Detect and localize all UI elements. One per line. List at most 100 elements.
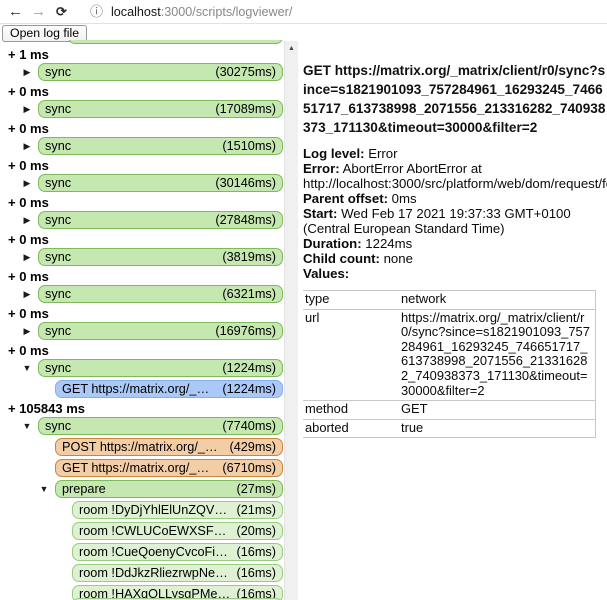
gap-label: + 0 ms [0,195,284,211]
log-item-selected[interactable]: GET https://matrix.org/_matri…(1224ms) [55,380,283,398]
value-key: url [303,309,397,401]
log-item-label: prepare [62,482,233,496]
log-item[interactable]: POST https://matrix.org/_matri…(429ms) [55,438,283,456]
log-item[interactable]: room !DyDjYhlElUnZQVzhD…(21ms) [72,501,283,519]
reload-icon[interactable]: ⟳ [54,4,69,19]
log-item-duration: (16976ms) [211,324,276,338]
expand-arrow-icon[interactable]: ▶ [20,288,34,300]
log-item[interactable]: room !DdJkzRliezrwpNebLk:…(16ms) [72,564,283,582]
log-item-duration: (27848ms) [211,213,276,227]
collapse-arrow-icon[interactable]: ▼ [20,362,34,374]
gap-label: + 0 ms [0,306,284,322]
log-item-duration: (21ms) [233,503,276,517]
log-item[interactable]: room !CueQoenyCvcoFimnsf…(16ms) [72,543,283,561]
field-label: Parent offset: [303,191,388,206]
detail-fields: Log level: ErrorError: AbortError AbortE… [303,146,607,281]
log-item[interactable]: sync(16976ms) [38,322,283,340]
log-item-label: room !CWLUCoEWXSFyTC… [79,524,233,538]
field-value: Error [365,146,398,161]
log-item[interactable]: sync(17089ms) [38,100,283,118]
detail-field: Child count: none [303,251,607,266]
log-item-duration: (20ms) [233,524,276,538]
collapse-arrow-icon[interactable]: ▼ [37,483,51,495]
expand-arrow-icon[interactable]: ▶ [20,325,34,337]
value-content: GET [397,401,596,420]
log-item-label: GET https://matrix.org/_matri… [62,461,218,475]
log-item-duration: (16ms) [233,566,276,580]
collapse-arrow-icon[interactable]: ▼ [20,420,34,432]
detail-field: Parent offset: 0ms [303,191,607,206]
log-item-label: sync [45,419,218,433]
forward-icon[interactable]: → [31,4,46,19]
info-icon: ⓘ [89,4,104,19]
value-key: type [303,291,397,310]
gap-label: + 0 ms [0,232,284,248]
address-bar[interactable]: localhost:3000/scripts/logviewer/ [111,5,292,19]
vertical-scrollbar[interactable]: ▲ [284,41,298,600]
log-item[interactable]: sync(7740ms) [38,417,283,435]
log-item-label: POST https://matrix.org/_matri… [62,440,225,454]
log-item[interactable]: sync(1224ms) [38,359,283,377]
log-item-duration: (17089ms) [211,102,276,116]
expand-arrow-icon[interactable]: ▶ [20,251,34,263]
field-value: none [380,251,413,266]
details-panel: GET https://matrix.org/_matrix/client/r0… [303,40,607,600]
gap-label: + 1 ms [0,47,284,63]
log-item-label: sync [45,102,211,116]
log-item[interactable]: room !CWLUCoEWXSFyTC…(20ms) [72,522,283,540]
value-key: aborted [303,419,397,438]
log-item-duration: (30146ms) [211,176,276,190]
gap-label: + 0 ms [0,343,284,359]
log-item-duration: (429ms) [225,440,276,454]
log-item[interactable]: sync(6321ms) [38,285,283,303]
field-value: AbortError AbortError at http://localhos… [303,161,607,191]
log-item[interactable]: prepare(27ms) [55,480,283,498]
log-item-label: GET https://matrix.org/_matri… [62,382,218,396]
expand-arrow-icon[interactable]: ▶ [20,177,34,189]
log-item-label: sync [45,287,218,301]
log-item-duration: (1510ms) [218,139,276,153]
log-item-label: sync [45,176,211,190]
log-item[interactable]: sync(30275ms) [38,63,283,81]
log-item-clipped[interactable] [68,40,283,44]
detail-field: Duration: 1224ms [303,236,607,251]
log-item-label: room !DyDjYhlElUnZQVzhD… [79,503,233,517]
expand-arrow-icon[interactable]: ▶ [20,103,34,115]
expand-arrow-icon[interactable]: ▶ [20,140,34,152]
log-item[interactable]: GET https://matrix.org/_matri…(6710ms) [55,459,283,477]
gap-label: + 0 ms [0,158,284,174]
value-content: network [397,291,596,310]
gap-label: + 0 ms [0,121,284,137]
detail-field: Values: [303,266,607,281]
value-content: https://matrix.org/_matrix/client/r0/syn… [397,309,596,401]
value-content: true [397,419,596,438]
detail-field: Error: AbortError AbortError at http://l… [303,161,607,191]
log-item-duration: (3819ms) [218,250,276,264]
log-item[interactable]: sync(30146ms) [38,174,283,192]
field-value: 1224ms [362,236,413,251]
log-item[interactable]: sync(1510ms) [38,137,283,155]
log-item-label: sync [45,139,218,153]
field-label: Duration: [303,236,362,251]
log-item[interactable]: sync(27848ms) [38,211,283,229]
url-path: :3000/scripts/logviewer/ [161,5,293,19]
values-table: typenetworkurlhttps://matrix.org/_matrix… [303,290,596,438]
gap-label: + 0 ms [0,84,284,100]
log-item-duration: (6321ms) [218,287,276,301]
log-item[interactable]: sync(3819ms) [38,248,283,266]
back-icon[interactable]: ← [8,4,23,19]
log-item-duration: (30275ms) [211,65,276,79]
log-item-duration: (27ms) [233,482,276,496]
log-item-label: sync [45,65,211,79]
detail-field: Log level: Error [303,146,607,161]
log-tree[interactable]: + 1 ms▶sync(30275ms)+ 0 ms▶sync(17089ms)… [0,40,284,600]
scroll-up-icon[interactable]: ▲ [285,41,298,55]
field-label: Start: [303,206,337,221]
expand-arrow-icon[interactable]: ▶ [20,214,34,226]
log-item-label: sync [45,324,211,338]
field-value: Wed Feb 17 2021 19:37:33 GMT+0100 (Centr… [303,206,571,236]
request-title: GET https://matrix.org/_matrix/client/r0… [303,61,607,137]
expand-arrow-icon[interactable]: ▶ [20,66,34,78]
log-item-duration: (1224ms) [218,361,276,375]
log-item-duration: (7740ms) [218,419,276,433]
